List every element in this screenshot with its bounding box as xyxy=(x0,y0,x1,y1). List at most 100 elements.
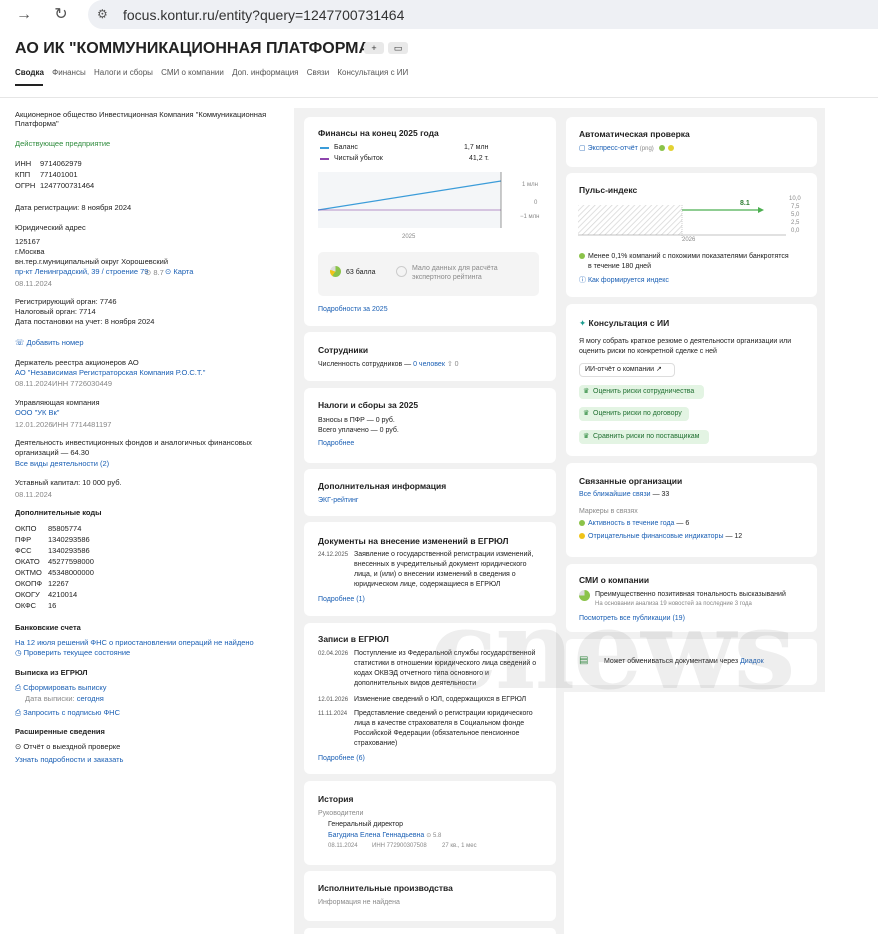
pulse-card: Пульс-индекс 10,0 7,5 5,0 2,5 0,0 8.1 20… xyxy=(566,173,817,297)
add-phone-link[interactable]: ☏ Добавить номер xyxy=(15,338,84,348)
history-subtitle: Руководители xyxy=(318,810,364,817)
express-report-row: ▢ Экспресс-отчёт (png) xyxy=(579,144,677,153)
assess-cooperation-button[interactable]: Оценить риски сотрудничества xyxy=(579,385,704,399)
code-value: 45348000000 xyxy=(48,568,94,577)
address-district: вн.тер.г.муниципальный округ Хорошевский xyxy=(15,257,169,266)
taxes-card: Налоги и сборы за 2025 Взносы в ПФР — 0 … xyxy=(304,388,556,463)
pulse-value: 8.1 xyxy=(740,200,750,207)
registry-holder-link[interactable]: АО "Независимая Регистраторская Компания… xyxy=(15,368,205,378)
auto-check-title: Автоматическая проверка xyxy=(579,129,690,139)
pulse-how-link[interactable]: ⓘ Как формируется индекс xyxy=(579,276,669,285)
taxes-more-link[interactable]: Подробнее xyxy=(318,439,354,448)
ai-report-button[interactable]: ИИ-отчёт о компании ↗ xyxy=(579,363,675,377)
pulse-year: 2026 xyxy=(682,237,696,243)
status-dot-yellow xyxy=(667,145,674,152)
express-report-link[interactable]: ▢ Экспресс-отчёт xyxy=(579,145,638,152)
tax-reg-date: Дата постановки на учет: 8 ноября 2024 xyxy=(15,317,155,326)
comment-icon[interactable]: ▭ xyxy=(388,42,408,54)
code-label: ОКТМО xyxy=(15,568,42,577)
code-label: ОКПО xyxy=(15,524,37,533)
tab-links[interactable]: Связи xyxy=(307,68,329,77)
records-more-link[interactable]: Подробнее (6) xyxy=(318,754,365,763)
status-active: Действующее предприятие xyxy=(15,139,111,148)
related-orgs-card: Связанные организации Все ближайшие связ… xyxy=(566,463,817,557)
learn-more-link[interactable]: Узнать подробности и заказать xyxy=(15,755,123,765)
director-inn: ИНН 772900307508 xyxy=(372,843,427,849)
active-tab-underline xyxy=(15,84,43,86)
all-links-link[interactable]: Все ближайшие связи xyxy=(579,491,651,498)
check-status-link[interactable]: ◷ Проверить текущее состояние xyxy=(15,648,130,658)
expert-note-line2: экспертного рейтинга xyxy=(412,274,482,281)
documents-more-link[interactable]: Подробнее (1) xyxy=(318,595,365,604)
tab-ai[interactable]: Консультация с ИИ xyxy=(337,68,408,77)
assess-contract-button[interactable]: Оценить риски по договору xyxy=(579,407,689,421)
record-line: страхование) xyxy=(354,740,398,747)
code-value: 1340293586 xyxy=(48,546,90,555)
tab-taxes[interactable]: Налоги и сборы xyxy=(94,68,153,77)
record-date: 02.04.2026 xyxy=(318,651,349,657)
balance-value: 1,7 млн xyxy=(464,144,489,151)
tab-summary[interactable]: Сводка xyxy=(15,68,44,77)
map-link[interactable]: ⊙ Карта xyxy=(165,267,193,277)
browser-toolbar: → ↻ ⚙ focus.kontur.ru/entity?query=12477… xyxy=(0,0,878,30)
reg-date: Дата регистрации: 8 ноября 2024 xyxy=(15,203,132,212)
finance-details-link[interactable]: Подробности за 2025 xyxy=(318,305,388,314)
code-value: 45277598000 xyxy=(48,557,94,566)
director-row: Багудина Елена Геннадьевна ⊙ 5.8 xyxy=(328,832,442,839)
auto-check-card: Автоматическая проверка ▢ Экспресс-отчёт… xyxy=(566,117,817,167)
finance-title: Финансы на конец 2025 года xyxy=(318,128,439,138)
address-zip: 125167 xyxy=(15,237,41,246)
address-city: г.Москва xyxy=(15,247,45,256)
ekg-rating-link[interactable]: ЭКГ-рейтинг xyxy=(318,496,358,505)
y-tick-minus-1m: −1 млн xyxy=(520,214,540,220)
staff-title: Сотрудники xyxy=(318,345,369,355)
code-value: 85805774 xyxy=(48,524,82,533)
compare-suppliers-button[interactable]: Сравнить риски по поставщикам xyxy=(579,430,709,444)
extra-info-title: Дополнительная информация xyxy=(318,481,447,491)
staff-count-link[interactable]: 0 человек xyxy=(413,361,445,368)
extract-heading: Выписка из ЕГРЮЛ xyxy=(15,668,88,677)
code-label: ПФР xyxy=(15,535,32,544)
all-links-row: Все ближайшие связи — 33 xyxy=(579,491,670,498)
history-title: История xyxy=(318,794,354,804)
back-arrow-icon[interactable]: → xyxy=(15,6,33,24)
director-position: Генеральный директор xyxy=(328,821,404,828)
make-extract-link[interactable]: ⎙ Сформировать выписку xyxy=(15,683,107,693)
inn-value: 9714062979 xyxy=(40,159,82,168)
address-bar[interactable]: ⚙ focus.kontur.ru/entity?query=124770073… xyxy=(88,0,878,29)
address-street[interactable]: пр-кт Ленинградский, 39 / строение 79 xyxy=(15,267,148,277)
request-signed-link[interactable]: ⎙ Запросить с подписью ФНС xyxy=(15,708,120,718)
code-value: 16 xyxy=(48,601,57,610)
mgmt-company-link[interactable]: ООО "УК Вк" xyxy=(15,408,59,418)
mgmt-date: 12.01.2026 xyxy=(15,420,53,429)
tab-finance[interactable]: Финансы xyxy=(52,68,86,77)
tab-media[interactable]: СМИ о компании xyxy=(161,68,224,77)
extract-date: Дата выписки: сегодня xyxy=(25,694,104,703)
capital-date: 08.11.2024 xyxy=(15,490,52,499)
codes-heading: Дополнительные коды xyxy=(15,508,102,517)
marker-activity-link[interactable]: Активность в течение года xyxy=(588,520,674,527)
code-value: 1340293586 xyxy=(48,535,90,544)
expert-rating-icon xyxy=(396,266,407,277)
director-name-link[interactable]: Багудина Елена Геннадьевна xyxy=(328,832,424,839)
address-heading: Юридический адрес xyxy=(15,223,86,232)
reload-icon[interactable]: ↻ xyxy=(52,6,70,24)
record-line: лица в качестве страхователя в Социально… xyxy=(354,720,525,727)
site-settings-icon[interactable]: ⚙ xyxy=(97,7,111,21)
rating-score: 63 балла xyxy=(346,269,376,276)
marker-negative-link[interactable]: Отрицательные финансовые индикаторы xyxy=(588,533,723,540)
records-title: Записи в ЕГРЮЛ xyxy=(318,634,389,644)
chart-plot-area xyxy=(318,172,501,228)
mgmt-heading: Управляющая компания xyxy=(15,398,100,407)
document-line: лица, и (или) о внесении изменений в све… xyxy=(354,571,516,578)
pulse-tick: 10,0 xyxy=(789,196,801,202)
kpp-value: 771401001 xyxy=(40,170,78,179)
bank-decisions-link[interactable]: На 12 июля решений ФНС о приостановлении… xyxy=(15,638,254,648)
add-button[interactable]: + xyxy=(364,42,384,54)
y-tick-0: 0 xyxy=(534,200,538,206)
ogrn-label: ОГРН xyxy=(15,181,36,190)
media-title: СМИ о компании xyxy=(579,575,650,585)
all-activities-link[interactable]: Все виды деятельности (2) xyxy=(15,459,109,469)
finance-chart xyxy=(318,172,502,228)
tab-extra[interactable]: Доп. информация xyxy=(232,68,298,77)
